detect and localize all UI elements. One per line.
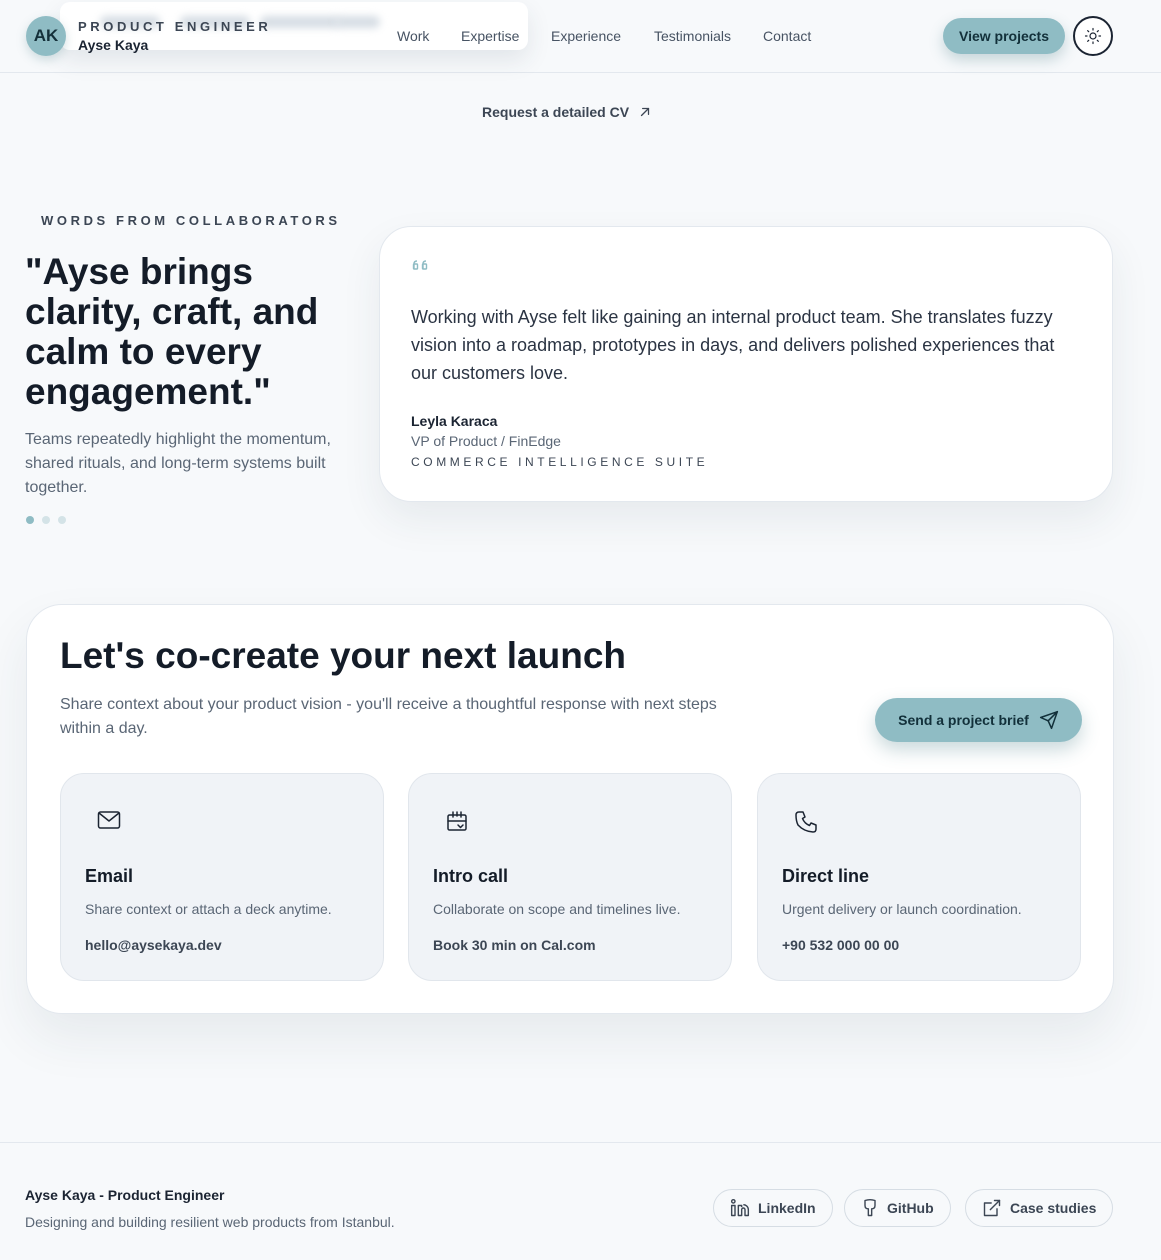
contact-card-email[interactable]: Email Share context or attach a deck any… (60, 773, 384, 981)
contact-card-intro-call[interactable]: Intro call Collaborate on scope and time… (408, 773, 732, 981)
quote-icon (412, 260, 428, 270)
phone-icon (795, 811, 817, 833)
github-label: GitHub (887, 1200, 934, 1216)
linkedin-link[interactable]: LinkedIn (713, 1189, 833, 1227)
send-icon (1039, 710, 1058, 730)
carousel-dots (26, 516, 66, 524)
site-header: AK PRODUCT ENGINEER Ayse Kaya Work Exper… (0, 0, 1161, 73)
contact-card-title: Intro call (433, 866, 509, 886)
view-projects-button[interactable]: View projects (943, 18, 1065, 54)
linkedin-icon (730, 1198, 750, 1217)
contact-card-title: Email (85, 866, 134, 886)
testimonial-role: VP of Product / FinEdge (411, 433, 561, 449)
footer-name: Ayse Kaya - Product Engineer (25, 1187, 225, 1203)
carousel-dot-2[interactable] (42, 516, 50, 524)
testimonials-headline: "Ayse brings clarity, craft, and calm to… (25, 251, 319, 412)
send-project-brief-label: Send a project brief (898, 712, 1029, 728)
arrow-up-right-icon (640, 107, 650, 117)
carousel-dot-3[interactable] (58, 516, 66, 524)
testimonial-project: COMMERCE INTELLIGENCE SUITE (411, 455, 709, 469)
send-project-brief-button[interactable]: Send a project brief (875, 698, 1082, 742)
testimonial-quote: Working with Ayse felt like gaining an i… (411, 307, 1055, 383)
carousel-dot-1[interactable] (26, 516, 34, 524)
theme-toggle-button[interactable] (1073, 16, 1113, 56)
contact-description: Share context about your product vision … (60, 696, 717, 737)
request-cv-label: Request a detailed CV (482, 104, 630, 120)
contact-card-description: Collaborate on scope and timelines live. (433, 901, 681, 917)
nav-link-work[interactable]: Work (397, 28, 429, 44)
nav-link-experience[interactable]: Experience (551, 28, 621, 44)
testimonials-eyebrow: WORDS FROM COLLABORATORS (41, 213, 341, 228)
linkedin-label: LinkedIn (758, 1200, 816, 1216)
testimonial-card: Working with Ayse felt like gaining an i… (379, 226, 1113, 502)
external-link-icon (983, 1199, 1001, 1217)
sun-icon (1084, 27, 1102, 45)
testimonial-author: Leyla Karaca (411, 413, 498, 429)
contact-card-direct-line[interactable]: Direct line Urgent delivery or launch co… (757, 773, 1081, 981)
github-icon (864, 1198, 876, 1217)
mail-icon (97, 811, 121, 829)
github-link[interactable]: GitHub (844, 1189, 951, 1227)
contact-email-value[interactable]: hello@aysekaya.dev (85, 937, 222, 953)
contact-phone-value[interactable]: +90 532 000 00 00 (782, 937, 899, 953)
testimonials-subtext: Teams repeatedly highlight the momentum,… (25, 431, 331, 496)
brand-name[interactable]: Ayse Kaya (78, 37, 148, 53)
brand-role: PRODUCT ENGINEER (78, 19, 272, 34)
site-footer: Ayse Kaya - Product Engineer Designing a… (0, 1142, 1161, 1260)
calendar-icon (447, 811, 467, 831)
footer-tagline: Designing and building resilient web pro… (25, 1214, 395, 1230)
contact-title: Let's co-create your next launch (60, 635, 627, 676)
nav-link-expertise[interactable]: Expertise (461, 28, 519, 44)
contact-call-value[interactable]: Book 30 min on Cal.com (433, 937, 596, 953)
nav-link-testimonials[interactable]: Testimonials (654, 28, 731, 44)
nav-link-contact[interactable]: Contact (763, 28, 811, 44)
contact-card-description: Share context or attach a deck anytime. (85, 901, 332, 917)
case-studies-link[interactable]: Case studies (965, 1189, 1114, 1227)
contact-section: Let's co-create your next launch Share c… (26, 604, 1114, 1014)
contact-card-description: Urgent delivery or launch coordination. (782, 901, 1022, 917)
request-cv-link[interactable]: Request a detailed CV (482, 104, 652, 120)
avatar[interactable]: AK (26, 16, 66, 56)
case-studies-label: Case studies (1010, 1200, 1097, 1216)
contact-card-title: Direct line (782, 866, 870, 886)
